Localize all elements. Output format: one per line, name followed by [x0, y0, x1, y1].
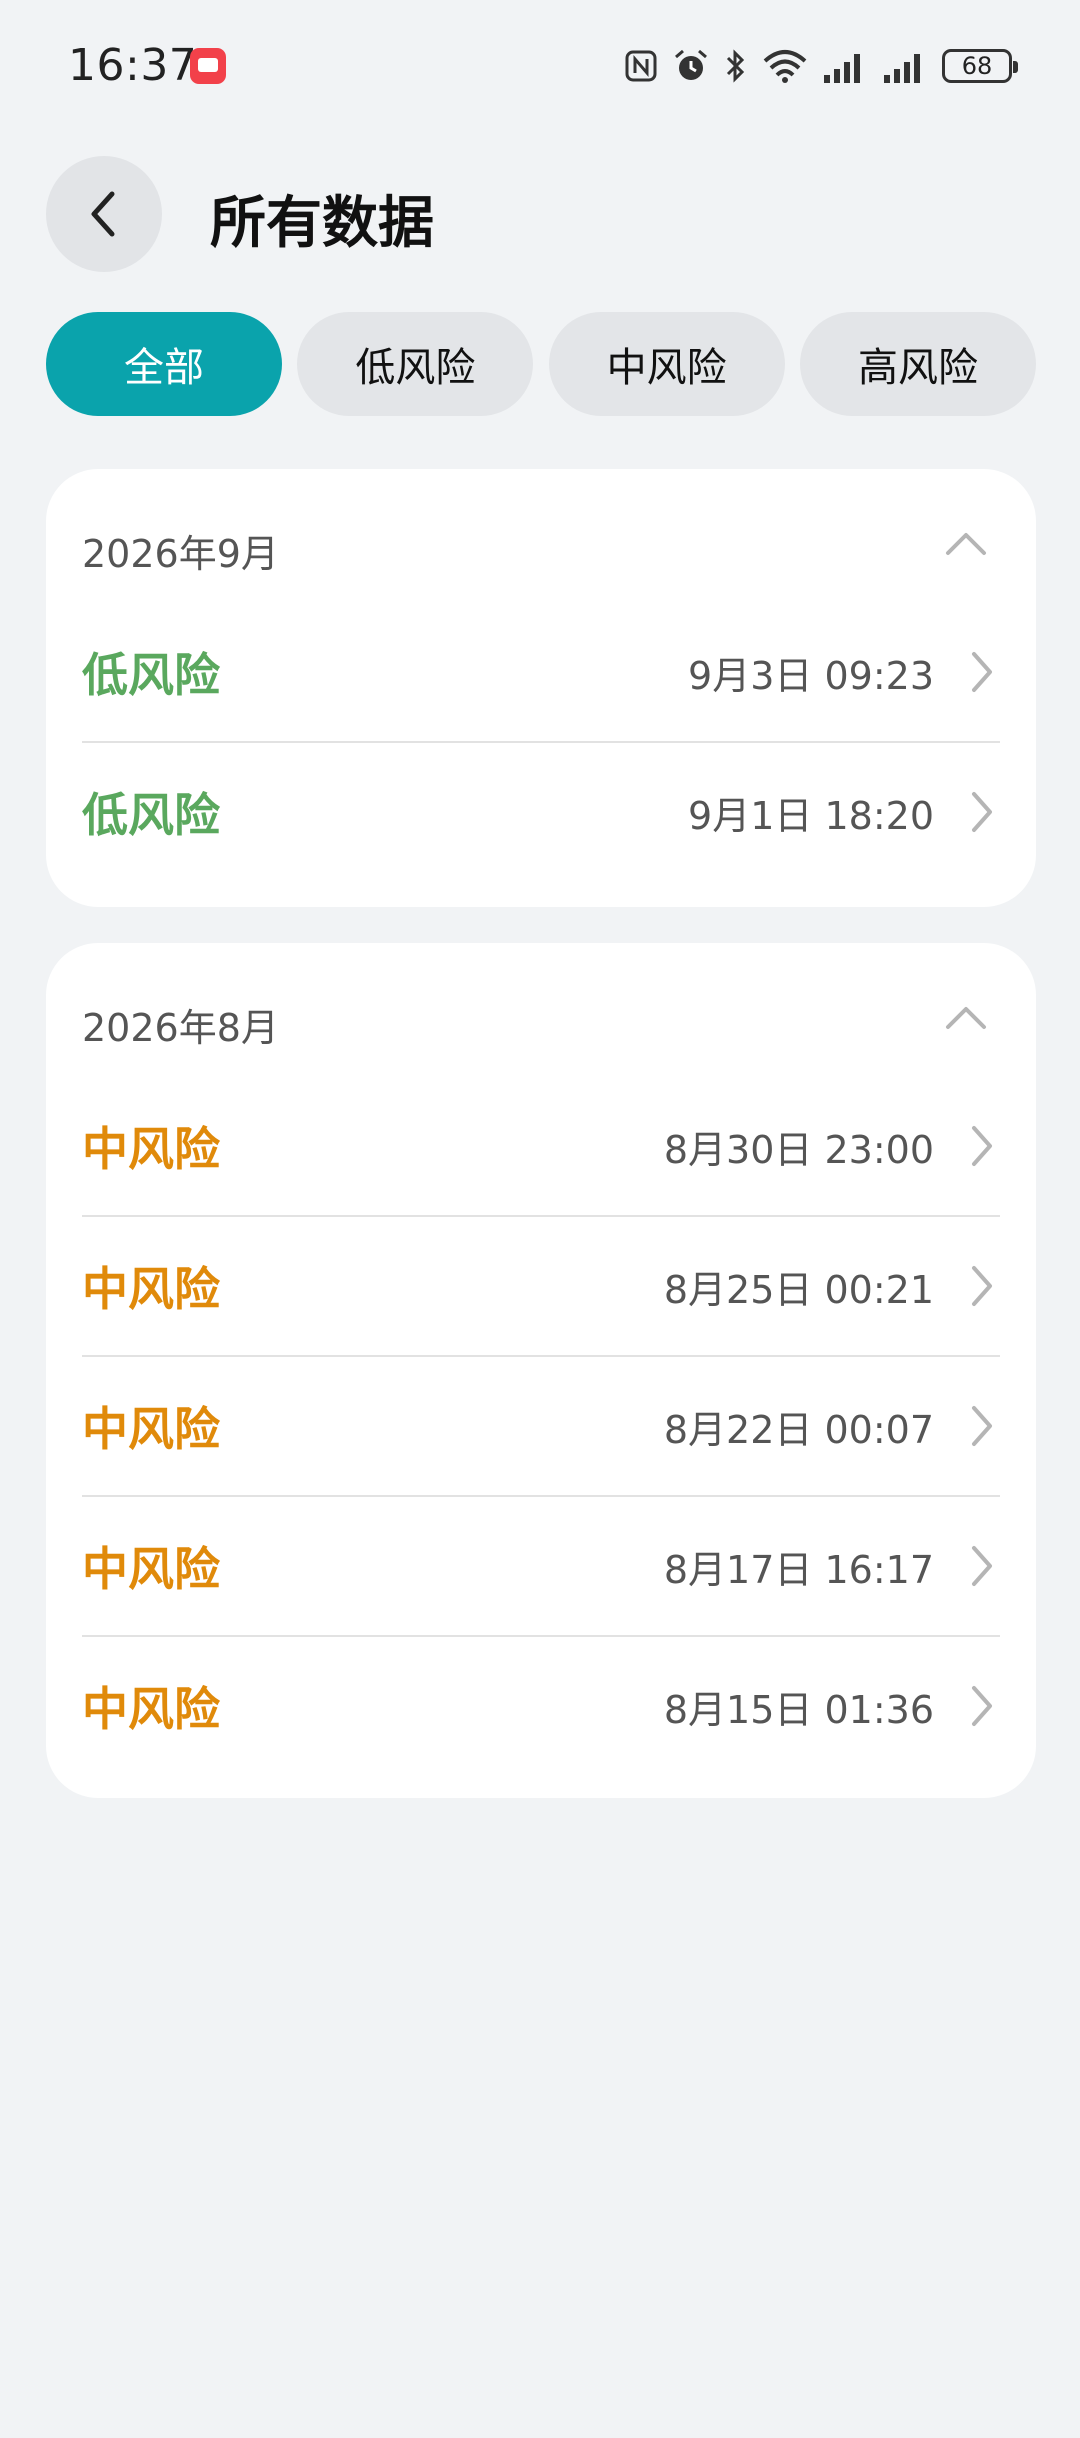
bluetooth-icon: [726, 49, 745, 83]
filter-tabs: 全部 低风险 中风险 高风险: [46, 312, 1036, 416]
risk-level: 中风险: [82, 1122, 220, 1176]
risk-level: 低风险: [82, 788, 220, 842]
signal-icon: [824, 54, 860, 83]
record-row[interactable]: 中风险 8月17日 16:17: [82, 1495, 1000, 1635]
record-time: 8月17日 16:17: [663, 1547, 934, 1592]
record-row[interactable]: 中风险 8月25日 00:21: [82, 1215, 1000, 1355]
chevron-left-icon: [91, 191, 115, 237]
filter-tab-high-risk[interactable]: 高风险: [799, 312, 1036, 416]
status-icons: 68: [624, 44, 1018, 88]
record-row[interactable]: 低风险 9月3日 09:23: [82, 603, 1000, 741]
month-group-card: 2026年9月 低风险 9月3日 09:23 低风险 9月1日 18:20: [46, 469, 1036, 907]
month-group-header[interactable]: 2026年8月: [82, 991, 1000, 1055]
chevron-up-icon: [946, 533, 986, 555]
record-time: 8月22日 00:07: [663, 1407, 934, 1452]
chevron-right-icon: [972, 1686, 992, 1726]
record-time: 9月3日 09:23: [688, 653, 934, 698]
chevron-right-icon: [972, 792, 992, 832]
record-row[interactable]: 中风险 8月30日 23:00: [82, 1077, 1000, 1215]
risk-level: 中风险: [82, 1262, 220, 1316]
filter-tab-all[interactable]: 全部: [46, 312, 282, 416]
risk-level: 中风险: [82, 1542, 220, 1596]
chevron-right-icon: [972, 1406, 992, 1446]
filter-tab-low-risk[interactable]: 低风险: [297, 312, 534, 416]
month-group-card: 2026年8月 中风险 8月30日 23:00 中风险 8月25日 00:21 …: [46, 943, 1036, 1798]
alarm-icon: [675, 49, 707, 80]
chevron-right-icon: [972, 652, 992, 692]
record-row[interactable]: 中风险 8月15日 01:36: [82, 1635, 1000, 1775]
battery-icon: 68: [942, 49, 1018, 83]
month-label: 2026年9月: [82, 532, 279, 576]
chevron-up-icon: [946, 1007, 986, 1029]
notification-app-icon: [190, 48, 226, 84]
risk-level: 低风险: [82, 648, 220, 702]
back-button[interactable]: [46, 156, 162, 272]
record-list: 中风险 8月30日 23:00 中风险 8月25日 00:21 中风险 8月22…: [82, 1077, 1000, 1775]
chevron-right-icon: [972, 1546, 992, 1586]
filter-tab-mid-risk[interactable]: 中风险: [548, 312, 785, 416]
month-label: 2026年8月: [82, 1006, 279, 1050]
record-time: 8月15日 01:36: [663, 1687, 934, 1732]
chevron-right-icon: [972, 1266, 992, 1306]
record-time: 8月30日 23:00: [663, 1127, 934, 1172]
record-time: 9月1日 18:20: [688, 793, 934, 838]
chevron-right-icon: [972, 1126, 992, 1166]
month-group-header[interactable]: 2026年9月: [82, 517, 1000, 581]
record-time: 8月25日 00:21: [663, 1267, 934, 1312]
battery-level: 68: [961, 52, 993, 80]
wifi-icon: [763, 50, 807, 83]
risk-level: 中风险: [82, 1682, 220, 1736]
record-row[interactable]: 中风险 8月22日 00:07: [82, 1355, 1000, 1495]
page-title: 所有数据: [210, 191, 434, 256]
signal-icon-2: [884, 54, 920, 83]
status-time: 16:37: [68, 40, 198, 91]
status-bar: 16:37 68: [0, 0, 1080, 130]
nfc-icon: [625, 50, 657, 82]
risk-level: 中风险: [82, 1402, 220, 1456]
record-list: 低风险 9月3日 09:23 低风险 9月1日 18:20: [82, 603, 1000, 881]
record-row[interactable]: 低风险 9月1日 18:20: [82, 741, 1000, 881]
